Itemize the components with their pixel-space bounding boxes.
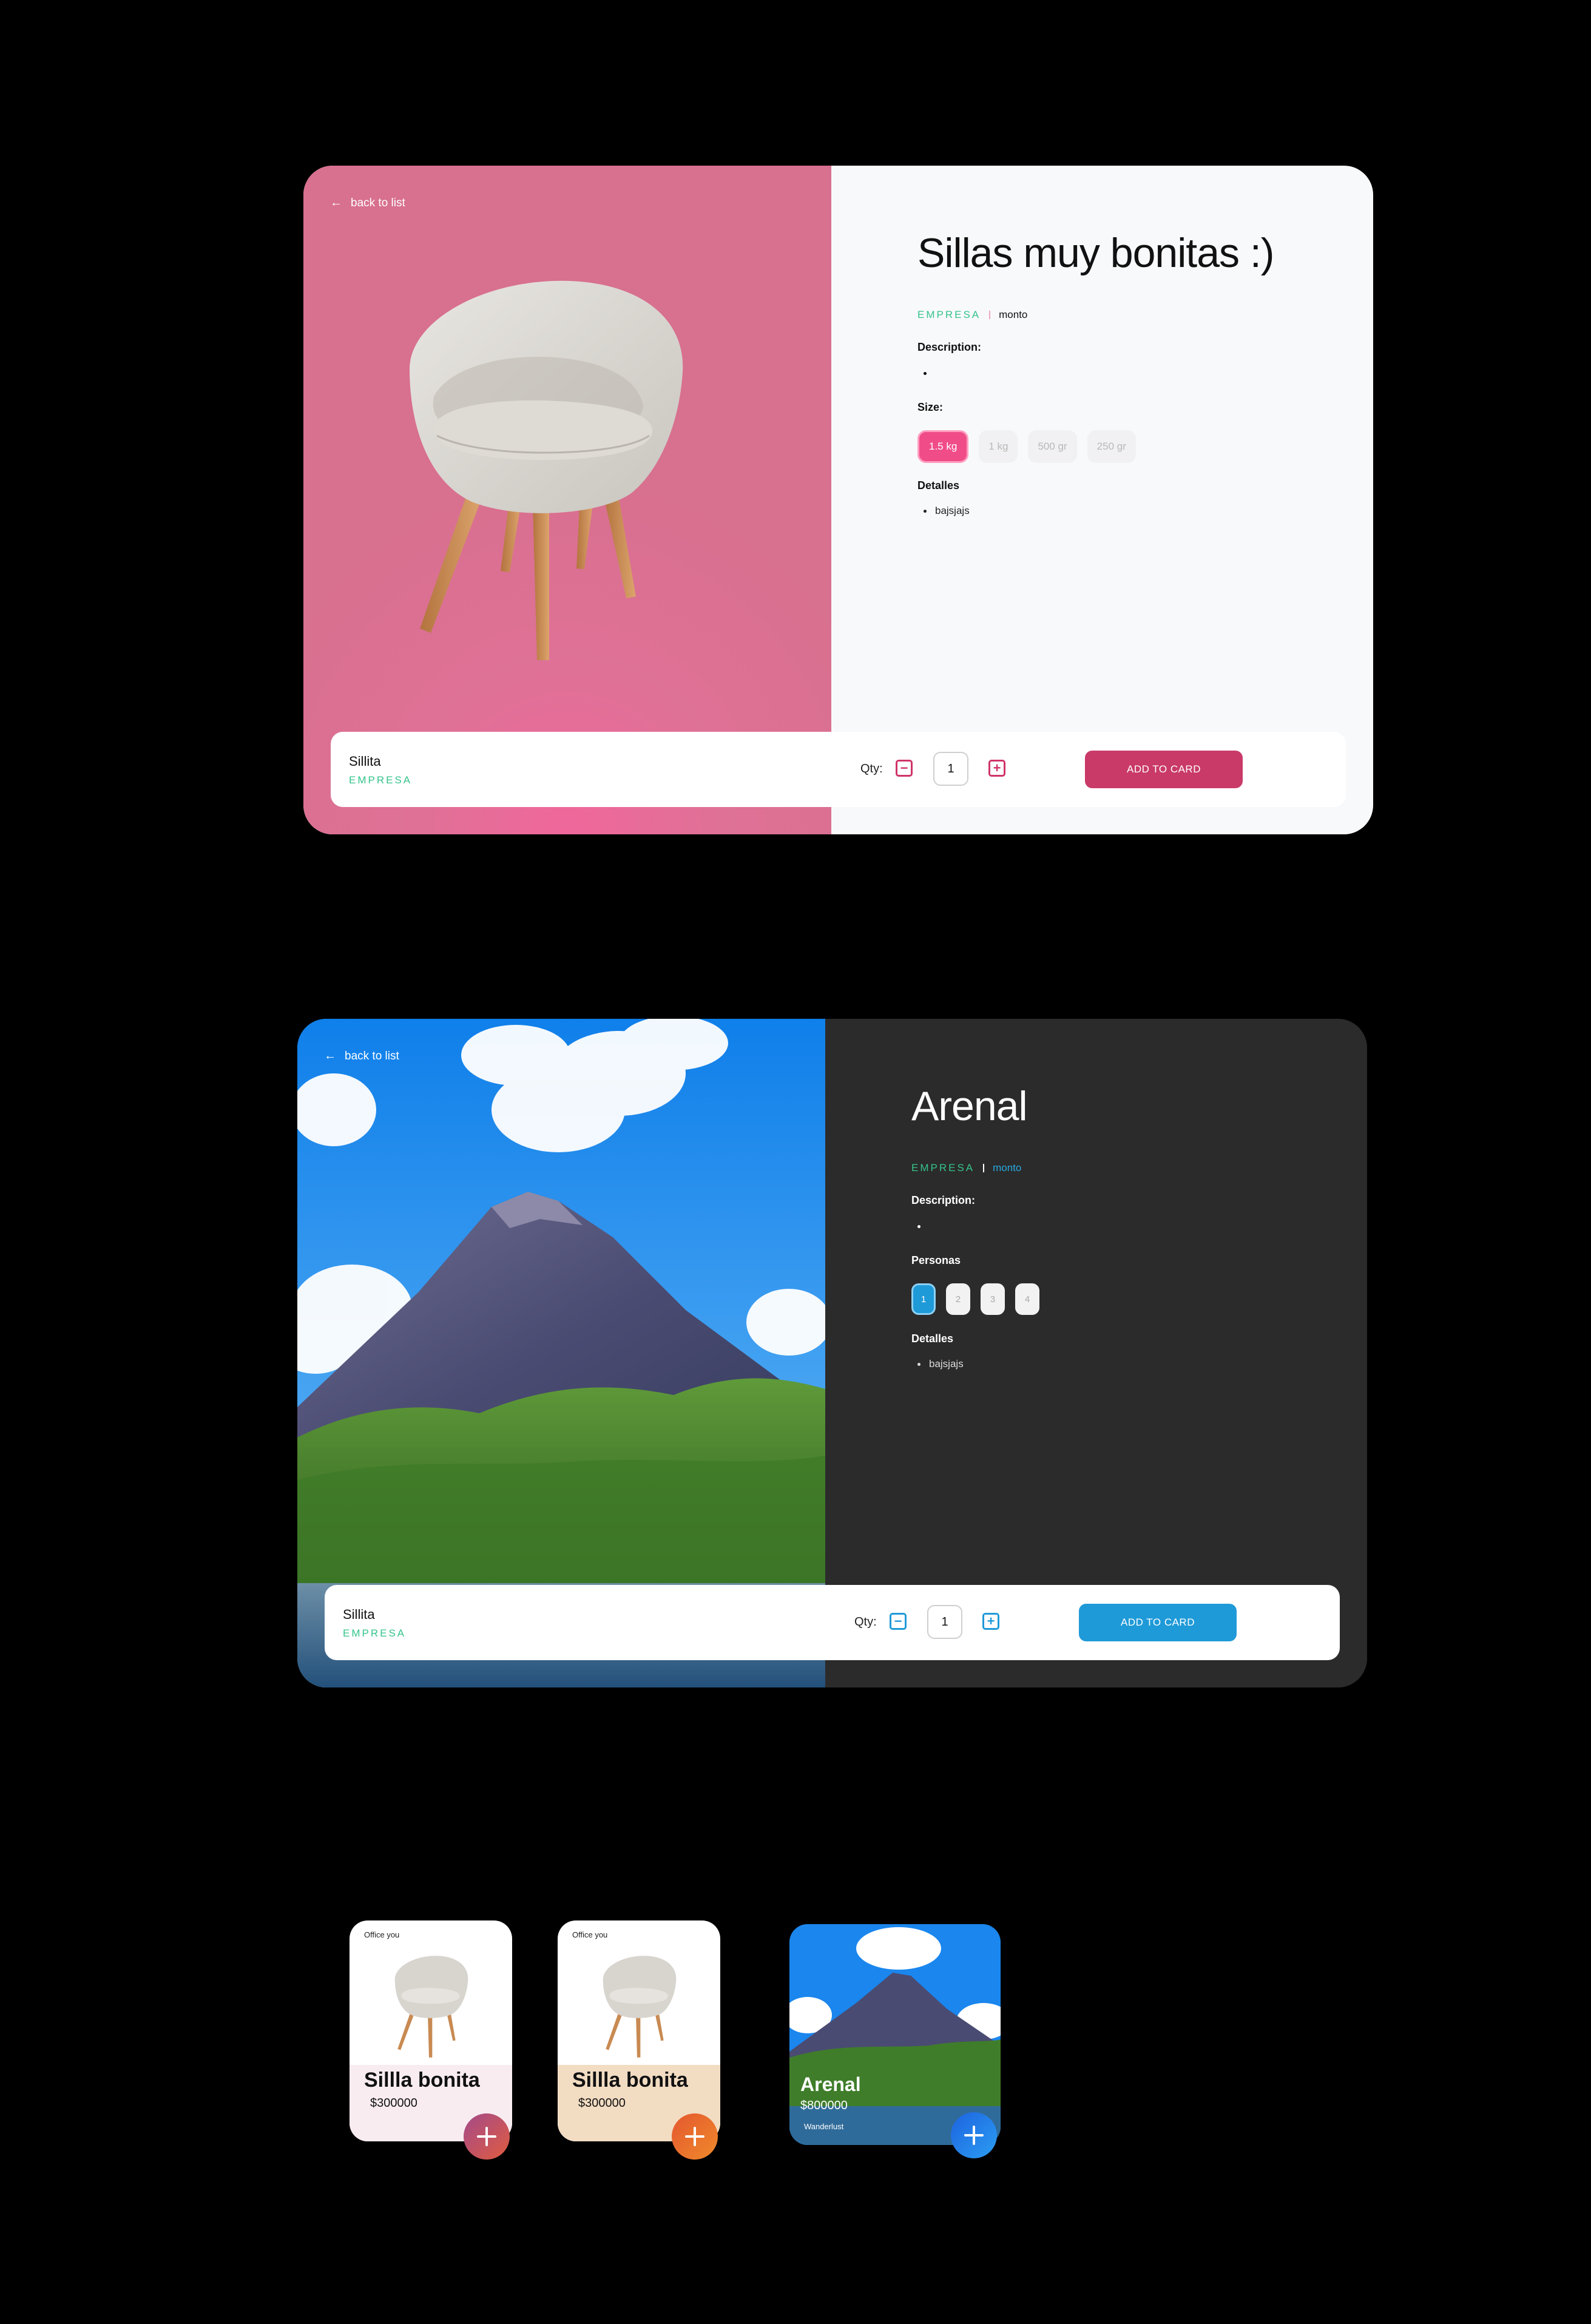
meta-separator	[983, 1164, 985, 1172]
details-label: Detalles	[911, 1333, 954, 1345]
mini-card-title: Sillla bonita	[572, 2069, 688, 2092]
bullet-icon	[924, 509, 927, 513]
people-label: Personas	[911, 1254, 961, 1266]
people-options: 1 2 3 4	[911, 1283, 1039, 1315]
mini-card-title: Sillla bonita	[364, 2069, 480, 2092]
add-to-card-button[interactable]: ADD TO CARD	[1085, 751, 1243, 788]
back-to-list-link[interactable]: ← back to list	[330, 196, 405, 210]
description-label: Description:	[917, 341, 982, 353]
mini-card-body: Office you Sillla bonita $300000	[558, 1920, 720, 2141]
back-to-list-label: back to list	[351, 196, 405, 209]
details-label: Detalles	[917, 479, 960, 491]
arrow-left-icon: ←	[330, 196, 342, 209]
chair-thumbnail	[394, 1956, 468, 2058]
add-to-card-button[interactable]: ADD TO CARD	[1079, 1604, 1237, 1641]
mini-destination-card[interactable]: Arenal $800000 Wanderlust	[789, 1924, 1001, 2158]
people-option-2[interactable]: 2	[946, 1283, 970, 1315]
plus-icon: +	[987, 1613, 995, 1629]
amount-label: monto	[993, 1162, 1022, 1174]
bar-product-name: Sillita	[349, 754, 381, 769]
plus-icon	[477, 2127, 496, 2146]
description-label: Description:	[911, 1194, 976, 1206]
amount-label: monto	[999, 309, 1028, 320]
plus-icon	[964, 2126, 984, 2145]
mini-card-body: Office you Sillla bonita $300000	[350, 1920, 512, 2141]
product-title: Arenal	[911, 1083, 1028, 1129]
bar-product-brand: EMPRESA	[343, 1627, 407, 1639]
qty-increase-button[interactable]: +	[982, 1613, 999, 1630]
qty-input[interactable]: 1	[927, 1605, 962, 1639]
mini-product-card[interactable]: Office you Sillla bonita $300000	[350, 1920, 512, 2160]
arrow-left-icon: ←	[324, 1049, 336, 1062]
product-detail-card-light: ← back to list Sillas muy bonitas:) EMP…	[303, 166, 1373, 834]
qty-input[interactable]: 1	[933, 752, 968, 786]
bar-product-brand: EMPRESA	[349, 774, 413, 786]
add-button[interactable]	[672, 2113, 718, 2160]
size-option-1[interactable]: 1.5 kg	[917, 430, 969, 463]
details-item-text: bajsjajs	[929, 1358, 964, 1370]
back-to-list-link[interactable]: ← back to list	[324, 1049, 399, 1063]
minus-icon: −	[894, 1613, 902, 1629]
bar-product-name: Sillita	[343, 1607, 375, 1622]
product-meta: EMPRESA monto	[917, 309, 1027, 321]
add-button[interactable]	[951, 2112, 997, 2158]
minus-icon: −	[900, 760, 908, 775]
brand-label: EMPRESA	[917, 309, 981, 320]
qty-decrease-button[interactable]: −	[890, 1613, 907, 1630]
mini-card-body: Arenal $800000 Wanderlust	[789, 1924, 1001, 2145]
back-to-list-label: back to list	[345, 1049, 399, 1062]
product-title: Sillas muy bonitas :)	[917, 230, 1274, 276]
qty-decrease-button[interactable]: −	[896, 760, 913, 777]
people-option-4[interactable]: 4	[1015, 1283, 1039, 1315]
details-item: bajsjajs	[924, 505, 970, 517]
size-options: 1.5 kg 1 kg 500 gr 250 gr	[917, 430, 1136, 463]
qty-increase-button[interactable]: +	[988, 760, 1005, 777]
meta-separator	[989, 311, 991, 319]
add-to-cart-bar: Sillita EMPRESA Qty: − 1 + ADD TO CARD	[325, 1585, 1340, 1660]
mini-card-subtitle: Wanderlust	[804, 2122, 844, 2131]
qty-label: Qty:	[854, 1615, 877, 1629]
people-option-3[interactable]: 3	[981, 1283, 1005, 1315]
bullet-icon	[917, 1362, 920, 1366]
brand-label: EMPRESA	[911, 1162, 975, 1174]
details-item-text: bajsjajs	[935, 505, 970, 516]
product-meta: EMPRESA monto	[911, 1162, 1021, 1174]
description-bullet	[917, 1225, 920, 1228]
plus-icon: +	[993, 760, 1001, 775]
mini-card-title: Arenal	[800, 2073, 861, 2095]
mini-card-price: $300000	[370, 2096, 417, 2110]
size-option-4[interactable]: 250 gr	[1087, 430, 1136, 463]
mini-card-brand: Office you	[364, 1930, 400, 1939]
size-option-3[interactable]: 500 gr	[1028, 430, 1077, 463]
mini-card-price: $800000	[800, 2099, 848, 2112]
plus-icon	[685, 2127, 704, 2146]
qty-label: Qty:	[860, 762, 883, 775]
mini-card-brand: Office you	[572, 1930, 608, 1939]
size-label: Size:	[917, 401, 944, 413]
add-button[interactable]	[464, 2113, 510, 2160]
chair-thumbnail	[603, 1956, 677, 2058]
details-item: bajsjajs	[917, 1358, 964, 1370]
product-detail-card-dark: ← back to list Arenal EMPRESA monto Desc…	[297, 1019, 1367, 1687]
mini-card-price: $300000	[578, 2096, 626, 2110]
chair-image	[410, 280, 683, 660]
description-bullet	[924, 372, 927, 375]
people-option-1[interactable]: 1	[911, 1283, 936, 1315]
size-option-2[interactable]: 1 kg	[979, 430, 1018, 463]
add-to-cart-bar: Sillita EMPRESA Qty: − 1 + ADD TO CARD	[331, 732, 1346, 807]
mini-product-card[interactable]: Office you Sillla bonita $300000	[558, 1920, 720, 2160]
